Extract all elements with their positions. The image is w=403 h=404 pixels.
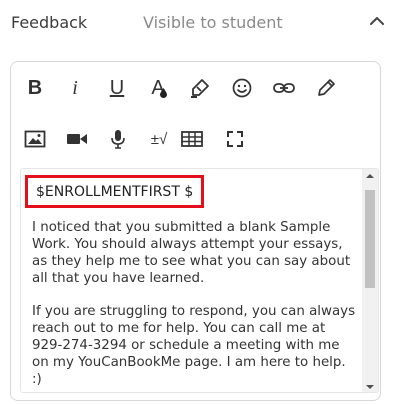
scrollbar-thumb[interactable]	[365, 190, 375, 288]
underline-icon: U	[109, 77, 125, 99]
italic-button[interactable]: i	[63, 76, 87, 100]
record-audio-button[interactable]	[106, 127, 130, 151]
emoji-icon	[232, 78, 252, 98]
vertical-scrollbar[interactable]	[362, 169, 378, 392]
token-text: $ENROLLMENTFIRST $	[36, 183, 194, 200]
draw-button[interactable]	[314, 76, 338, 100]
enrollment-first-token[interactable]: $ENROLLMENTFIRST $	[25, 175, 204, 208]
highlight-button[interactable]	[188, 76, 212, 100]
text-color-button[interactable]: A	[146, 76, 170, 100]
fullscreen-icon	[227, 131, 243, 147]
editor-content[interactable]: $ENROLLMENTFIRST $ I noticed that you su…	[20, 168, 379, 393]
visibility-label: Visible to student	[143, 13, 283, 32]
underline-button[interactable]: U	[105, 76, 129, 100]
microphone-icon	[111, 130, 125, 149]
bold-icon: B	[27, 77, 43, 99]
drop-icon	[160, 88, 167, 98]
highlighter-icon	[191, 79, 209, 98]
emoji-button[interactable]	[230, 76, 254, 100]
rich-text-editor: B i U A ±√ $ENROLLMENTFIRST $ I noticed …	[10, 61, 381, 401]
image-icon	[24, 130, 46, 148]
insert-image-button[interactable]	[23, 127, 47, 151]
table-icon	[181, 131, 203, 147]
scroll-up-arrow-icon[interactable]	[362, 169, 378, 183]
italic-icon: i	[72, 77, 78, 99]
section-title: Feedback	[11, 13, 88, 32]
math-icon: ±√	[150, 130, 168, 148]
insert-math-button[interactable]: ±√	[144, 127, 174, 151]
pencil-icon	[318, 79, 335, 96]
chevron-up-icon[interactable]	[366, 10, 388, 32]
scroll-down-arrow-icon[interactable]	[362, 380, 378, 392]
feedback-header: Feedback Visible to student	[0, 0, 403, 44]
link-button[interactable]	[272, 76, 296, 100]
video-icon	[67, 134, 87, 144]
insert-table-button[interactable]	[180, 127, 204, 151]
link-icon	[273, 83, 295, 93]
fullscreen-button[interactable]	[223, 127, 247, 151]
insert-video-button[interactable]	[65, 127, 89, 151]
editor-text-area[interactable]: $ENROLLMENTFIRST $ I noticed that you su…	[21, 169, 363, 392]
feedback-paragraph: If you are struggling to respond, you ca…	[32, 304, 356, 387]
bold-button[interactable]: B	[23, 76, 47, 100]
feedback-paragraph: I noticed that you submitted a blank Sam…	[32, 220, 351, 286]
